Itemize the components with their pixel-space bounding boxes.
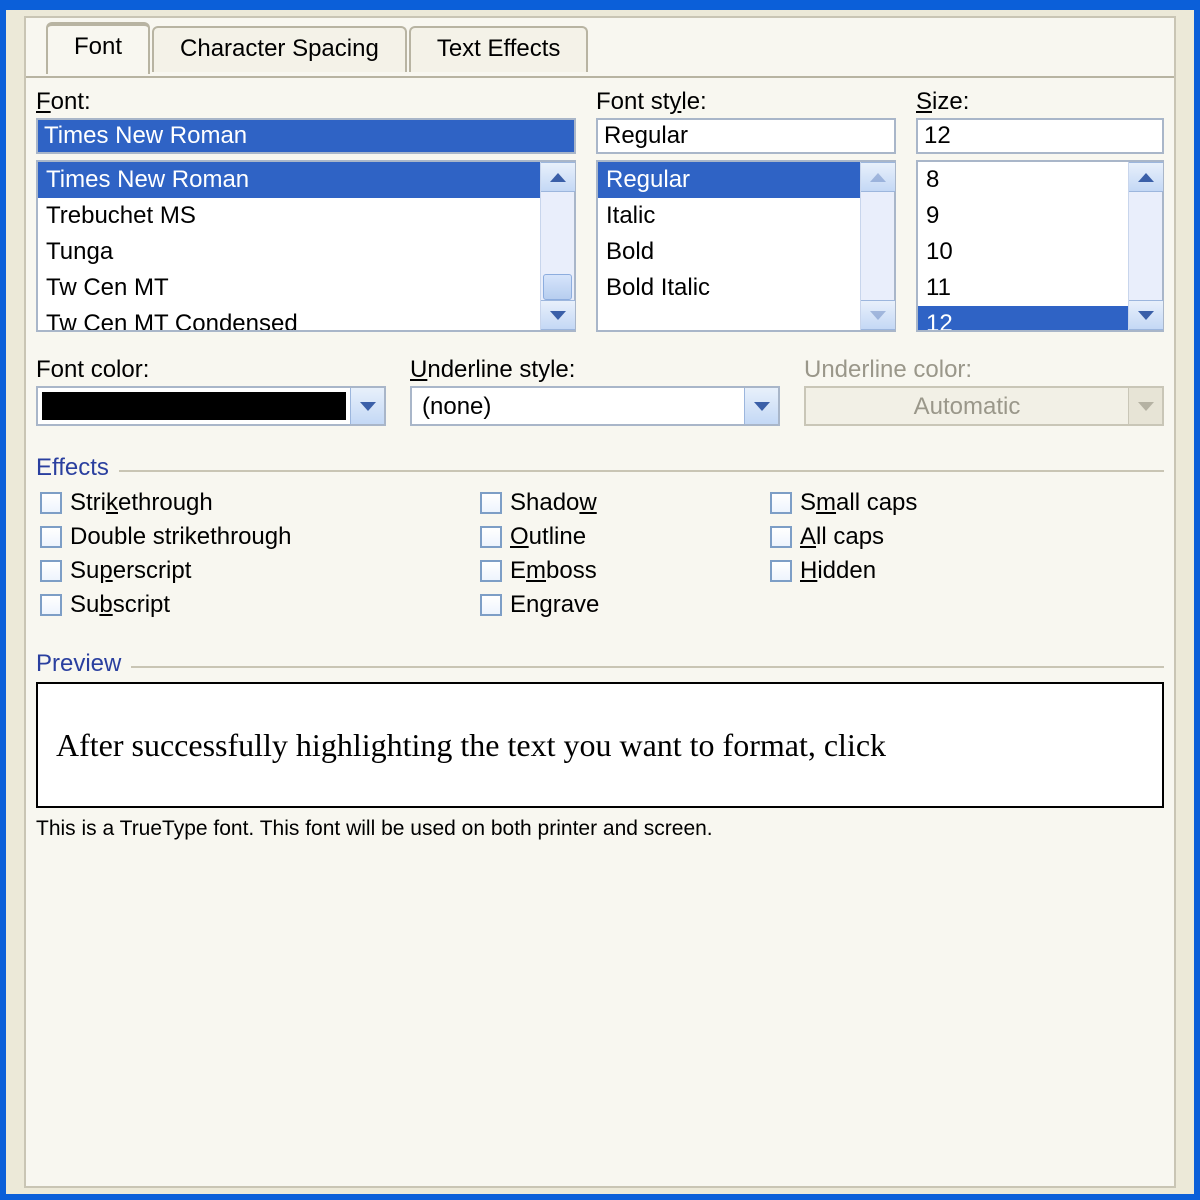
underline-color-label: Underline color: xyxy=(804,356,1164,384)
list-item[interactable]: Bold xyxy=(598,234,860,270)
list-item[interactable]: 11 xyxy=(918,270,1128,306)
checkbox-icon xyxy=(770,560,792,582)
checkbox-all-caps[interactable]: All caps xyxy=(770,520,1160,554)
underline-color-dropdown: Automatic xyxy=(804,386,1164,426)
font-style-input[interactable]: Regular xyxy=(596,118,896,154)
checkbox-subscript[interactable]: Subscript xyxy=(40,588,470,622)
font-label: Font: xyxy=(36,88,576,116)
font-dialog-window: Font Character Spacing Text Effects Font… xyxy=(0,0,1200,1200)
list-item[interactable]: Italic xyxy=(598,198,860,234)
chevron-down-icon xyxy=(550,311,566,320)
scroll-track xyxy=(861,192,894,300)
list-item[interactable]: 8 xyxy=(918,162,1128,198)
font-style-listbox[interactable]: Regular Italic Bold Bold Italic xyxy=(596,160,896,332)
preview-text: After successfully highlighting the text… xyxy=(56,727,886,764)
list-item[interactable]: Times New Roman xyxy=(38,162,540,198)
list-item[interactable]: 9 xyxy=(918,198,1128,234)
chevron-up-icon xyxy=(1138,173,1154,182)
font-style-label: Font style: xyxy=(596,88,896,116)
font-color-dropdown[interactable] xyxy=(36,386,386,426)
list-item[interactable]: Tw Cen MT Condensed xyxy=(38,306,540,330)
chevron-up-icon xyxy=(870,173,886,182)
font-name-input[interactable]: Times New Roman xyxy=(36,118,576,154)
tab-character-spacing[interactable]: Character Spacing xyxy=(152,26,407,72)
tab-text-effects[interactable]: Text Effects xyxy=(409,26,589,72)
size-list-items[interactable]: 8 9 10 11 12 xyxy=(918,162,1128,330)
chevron-down-icon xyxy=(754,402,770,411)
checkbox-outline[interactable]: Outline xyxy=(480,520,760,554)
chevron-down-icon xyxy=(1138,402,1154,411)
dropdown-button[interactable] xyxy=(744,388,778,424)
list-item[interactable]: 12 xyxy=(918,306,1128,330)
chevron-down-icon xyxy=(870,311,886,320)
checkbox-icon xyxy=(40,492,62,514)
checkbox-small-caps[interactable]: Small caps xyxy=(770,486,1160,520)
checkbox-icon xyxy=(40,526,62,548)
size-label: Size: xyxy=(916,88,1164,116)
list-item[interactable]: Tunga xyxy=(38,234,540,270)
effects-group: Effects Strikethrough Double strikethrou… xyxy=(36,470,1164,626)
font-color-label: Font color: xyxy=(36,356,386,384)
scroll-down-button[interactable] xyxy=(541,300,575,330)
checkbox-strikethrough[interactable]: Strikethrough xyxy=(40,486,470,520)
underline-color-value: Automatic xyxy=(806,388,1128,424)
checkbox-icon xyxy=(480,492,502,514)
checkbox-icon xyxy=(40,560,62,582)
scroll-down-button xyxy=(861,300,895,330)
font-style-list-items[interactable]: Regular Italic Bold Bold Italic xyxy=(598,162,860,330)
checkbox-icon xyxy=(480,594,502,616)
checkbox-icon xyxy=(480,526,502,548)
scroll-up-button[interactable] xyxy=(541,162,575,192)
scroll-down-button[interactable] xyxy=(1129,300,1163,330)
size-input[interactable]: 12 xyxy=(916,118,1164,154)
scroll-track[interactable] xyxy=(541,192,574,300)
underline-style-dropdown[interactable]: (none) xyxy=(410,386,780,426)
font-info-text: This is a TrueType font. This font will … xyxy=(36,816,1164,842)
checkbox-icon xyxy=(480,560,502,582)
chevron-up-icon xyxy=(550,173,566,182)
preview-group: Preview After successfully highlighting … xyxy=(36,666,1164,842)
list-item[interactable]: 10 xyxy=(918,234,1128,270)
dropdown-button[interactable] xyxy=(350,388,384,424)
checkbox-superscript[interactable]: Superscript xyxy=(40,554,470,588)
tab-divider xyxy=(26,76,1174,78)
checkbox-double-strikethrough[interactable]: Double strikethrough xyxy=(40,520,470,554)
list-item[interactable]: Bold Italic xyxy=(598,270,860,306)
checkbox-icon xyxy=(770,526,792,548)
font-scrollbar[interactable] xyxy=(540,162,574,330)
list-item[interactable]: Regular xyxy=(598,162,860,198)
list-item[interactable]: Tw Cen MT xyxy=(38,270,540,306)
preview-box: After successfully highlighting the text… xyxy=(36,682,1164,808)
tab-strip: Font Character Spacing Text Effects xyxy=(46,16,590,68)
preview-group-title: Preview xyxy=(36,650,131,678)
scroll-track[interactable] xyxy=(1129,192,1162,300)
underline-style-label: Underline style: xyxy=(410,356,780,384)
size-scrollbar[interactable] xyxy=(1128,162,1162,330)
checkbox-engrave[interactable]: Engrave xyxy=(480,588,760,622)
font-list-items[interactable]: Times New Roman Trebuchet MS Tunga Tw Ce… xyxy=(38,162,540,330)
scroll-thumb[interactable] xyxy=(543,274,572,300)
dropdown-button xyxy=(1128,388,1162,424)
tab-font[interactable]: Font xyxy=(46,22,150,74)
checkbox-shadow[interactable]: Shadow xyxy=(480,486,760,520)
font-style-scrollbar xyxy=(860,162,894,330)
scroll-up-button xyxy=(861,162,895,192)
list-item[interactable]: Trebuchet MS xyxy=(38,198,540,234)
size-listbox[interactable]: 8 9 10 11 12 xyxy=(916,160,1164,332)
chevron-down-icon xyxy=(1138,311,1154,320)
chevron-down-icon xyxy=(360,402,376,411)
scroll-up-button[interactable] xyxy=(1129,162,1163,192)
effects-group-title: Effects xyxy=(36,454,119,482)
tab-content: Font: /* handled below by generic binder… xyxy=(36,88,1164,1176)
font-color-swatch xyxy=(42,392,346,420)
checkbox-icon xyxy=(40,594,62,616)
underline-style-value: (none) xyxy=(412,388,744,424)
checkbox-hidden[interactable]: Hidden xyxy=(770,554,1160,588)
checkbox-icon xyxy=(770,492,792,514)
font-listbox[interactable]: Times New Roman Trebuchet MS Tunga Tw Ce… xyxy=(36,160,576,332)
checkbox-emboss[interactable]: Emboss xyxy=(480,554,760,588)
dialog-panel: Font Character Spacing Text Effects Font… xyxy=(24,16,1176,1188)
